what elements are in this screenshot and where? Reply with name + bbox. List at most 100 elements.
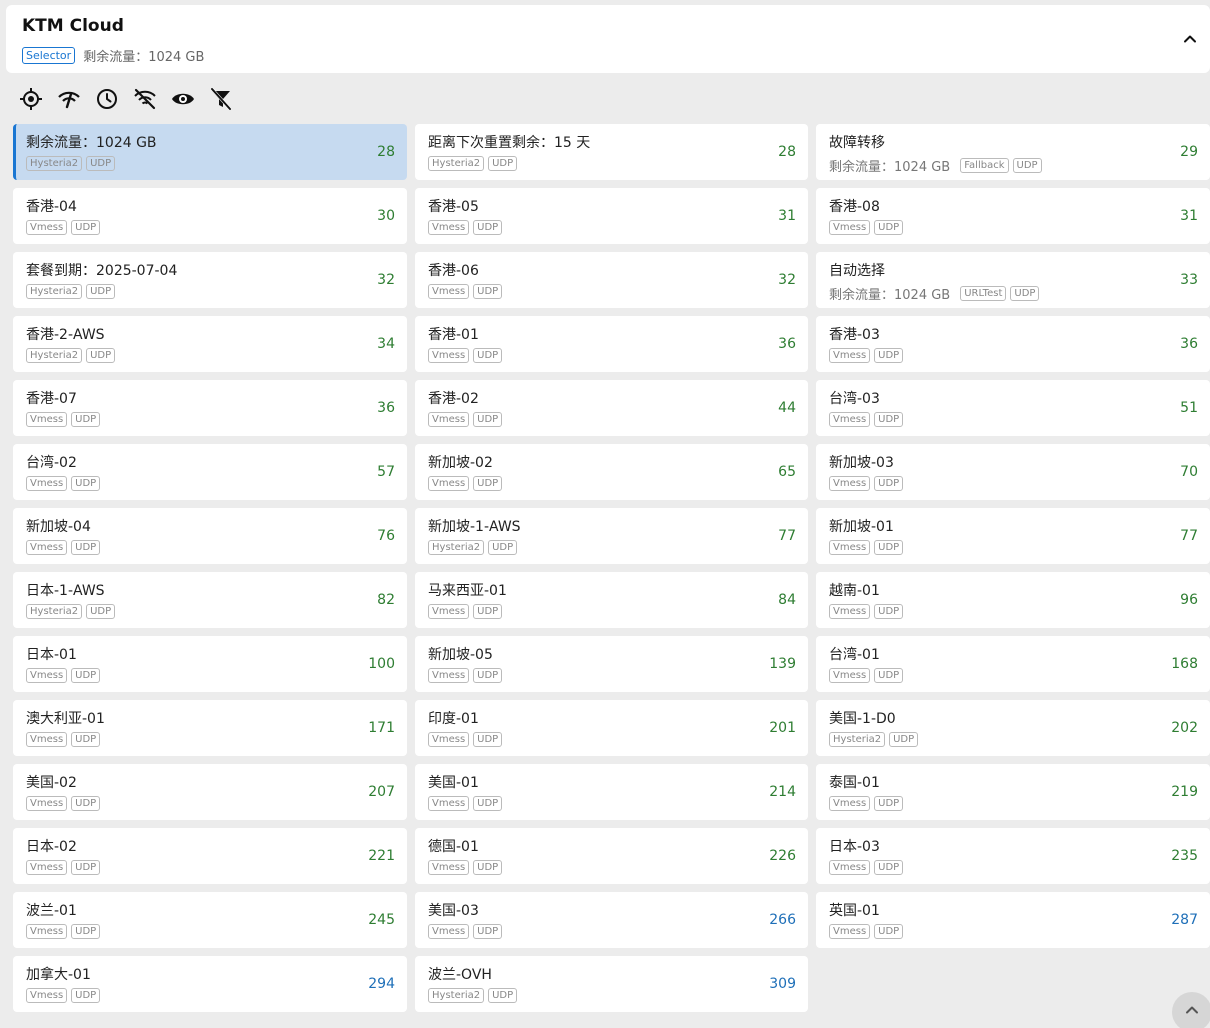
- proxy-card[interactable]: 香港-07 Vmess UDP 36: [13, 380, 407, 436]
- proxy-delay[interactable]: 31: [778, 208, 796, 224]
- proxy-delay[interactable]: 201: [769, 720, 796, 736]
- proxy-delay[interactable]: 235: [1171, 848, 1198, 864]
- collapse-button[interactable]: [1180, 29, 1200, 49]
- sort-by-delay-button[interactable]: [94, 86, 120, 112]
- proxy-delay[interactable]: 76: [377, 528, 395, 544]
- proxy-delay[interactable]: 214: [769, 784, 796, 800]
- scroll-to-top-button[interactable]: [1172, 992, 1210, 1028]
- proxy-card[interactable]: 波兰-01 Vmess UDP 245: [13, 892, 407, 948]
- proxy-delay[interactable]: 51: [1180, 400, 1198, 416]
- proxy-card[interactable]: 泰国-01 Vmess UDP 219: [816, 764, 1210, 820]
- proxy-delay[interactable]: 36: [1180, 336, 1198, 352]
- proxy-card[interactable]: 香港-02 Vmess UDP 44: [415, 380, 808, 436]
- proxy-card[interactable]: 日本-1-AWS Hysteria2 UDP 82: [13, 572, 407, 628]
- proxy-delay[interactable]: 31: [1180, 208, 1198, 224]
- proxy-card[interactable]: 香港-05 Vmess UDP 31: [415, 188, 808, 244]
- proxy-card[interactable]: 香港-06 Vmess UDP 32: [415, 252, 808, 308]
- proxy-card[interactable]: 美国-03 Vmess UDP 266: [415, 892, 808, 948]
- proxy-delay[interactable]: 33: [1180, 272, 1198, 288]
- proxy-delay[interactable]: 294: [368, 976, 395, 992]
- proxy-card[interactable]: 新加坡-03 Vmess UDP 70: [816, 444, 1210, 500]
- proxy-card[interactable]: 日本-01 Vmess UDP 100: [13, 636, 407, 692]
- proxy-delay[interactable]: 84: [778, 592, 796, 608]
- proxy-card[interactable]: 马来西亚-01 Vmess UDP 84: [415, 572, 808, 628]
- proxy-group-header[interactable]: KTM Cloud Selector 剩余流量：1024 GB: [6, 5, 1210, 73]
- proxy-card[interactable]: 加拿大-01 Vmess UDP 294: [13, 956, 407, 1012]
- proxy-card[interactable]: 香港-03 Vmess UDP 36: [816, 316, 1210, 372]
- proxy-card[interactable]: 波兰-OVH Hysteria2 UDP 309: [415, 956, 808, 1012]
- proxy-grid: 剩余流量：1024 GB Hysteria2 UDP 28 距离下次重置剩余：15 天H…: [13, 124, 1210, 1012]
- proxy-delay[interactable]: 29: [1180, 144, 1198, 160]
- proxy-delay[interactable]: 245: [368, 912, 395, 928]
- proxy-delay[interactable]: 266: [769, 912, 796, 928]
- proxy-card[interactable]: 日本-03 Vmess UDP 235: [816, 828, 1210, 884]
- proxy-card[interactable]: 日本-02 Vmess UDP 221: [13, 828, 407, 884]
- proxy-card[interactable]: 故障转移 剩余流量：1024 GB Fallback UDP 29: [816, 124, 1210, 180]
- proxy-delay[interactable]: 32: [377, 272, 395, 288]
- proxy-tags: 剩余流量：1024 GB URLTest UDP: [829, 284, 1040, 303]
- proxy-name: 自动选择: [829, 263, 885, 279]
- proxy-tag: Vmess: [26, 732, 68, 747]
- proxy-card[interactable]: 剩余流量：1024 GB Hysteria2 UDP 28: [13, 124, 407, 180]
- proxy-delay[interactable]: 36: [377, 400, 395, 416]
- proxy-delay[interactable]: 77: [1180, 528, 1198, 544]
- proxy-card[interactable]: 台湾-02 Vmess UDP 57: [13, 444, 407, 500]
- filter-button[interactable]: [208, 86, 234, 112]
- proxy-name: 印度-01: [428, 711, 479, 727]
- proxy-tag: UDP: [874, 412, 904, 427]
- proxy-delay[interactable]: 168: [1171, 656, 1198, 672]
- proxy-delay[interactable]: 287: [1171, 912, 1198, 928]
- proxy-delay[interactable]: 28: [778, 144, 796, 160]
- proxy-card[interactable]: 新加坡-04 Vmess UDP 76: [13, 508, 407, 564]
- proxy-card[interactable]: 套餐到期：2025-07-04 Hysteria2 UDP 32: [13, 252, 407, 308]
- proxy-delay[interactable]: 96: [1180, 592, 1198, 608]
- proxy-delay[interactable]: 202: [1171, 720, 1198, 736]
- proxy-delay[interactable]: 100: [368, 656, 395, 672]
- proxy-card[interactable]: 新加坡-05 Vmess UDP 139: [415, 636, 808, 692]
- delay-test-button[interactable]: [56, 86, 82, 112]
- proxy-card[interactable]: 台湾-01 Vmess UDP 168: [816, 636, 1210, 692]
- proxy-card[interactable]: 越南-01 Vmess UDP 96: [816, 572, 1210, 628]
- proxy-delay[interactable]: 28: [377, 144, 395, 160]
- proxy-delay[interactable]: 226: [769, 848, 796, 864]
- proxy-delay[interactable]: 70: [1180, 464, 1198, 480]
- show-button[interactable]: [170, 86, 196, 112]
- proxy-delay[interactable]: 207: [368, 784, 395, 800]
- proxy-tag: UDP: [473, 604, 503, 619]
- proxy-card[interactable]: 英国-01 Vmess UDP 287: [816, 892, 1210, 948]
- proxy-delay[interactable]: 77: [778, 528, 796, 544]
- proxy-delay[interactable]: 171: [368, 720, 395, 736]
- proxy-card[interactable]: 德国-01 Vmess UDP 226: [415, 828, 808, 884]
- proxy-delay[interactable]: 82: [377, 592, 395, 608]
- proxy-card[interactable]: 印度-01 Vmess UDP 201: [415, 700, 808, 756]
- proxy-delay[interactable]: 139: [769, 656, 796, 672]
- hide-unavailable-button[interactable]: [132, 86, 158, 112]
- proxy-card[interactable]: 新加坡-02 Vmess UDP 65: [415, 444, 808, 500]
- proxy-delay[interactable]: 32: [778, 272, 796, 288]
- proxy-delay[interactable]: 221: [368, 848, 395, 864]
- proxy-card[interactable]: 香港-08 Vmess UDP 31: [816, 188, 1210, 244]
- proxy-delay[interactable]: 44: [778, 400, 796, 416]
- proxy-card[interactable]: 香港-2-AWS Hysteria2 UDP 34: [13, 316, 407, 372]
- proxy-card[interactable]: 距离下次重置剩余：15 天 Hysteria2 UDP 28: [415, 124, 808, 180]
- proxy-delay[interactable]: 34: [377, 336, 395, 352]
- proxy-card[interactable]: 美国-02 Vmess UDP 207: [13, 764, 407, 820]
- proxy-card[interactable]: 香港-04 Vmess UDP 30: [13, 188, 407, 244]
- proxy-tag: Fallback: [960, 158, 1009, 173]
- proxy-card[interactable]: 台湾-03 Vmess UDP 51: [816, 380, 1210, 436]
- proxy-delay[interactable]: 65: [778, 464, 796, 480]
- proxy-card[interactable]: 新加坡-01 Vmess UDP 77: [816, 508, 1210, 564]
- proxy-card[interactable]: 美国-01 Vmess UDP 214: [415, 764, 808, 820]
- proxy-delay[interactable]: 36: [778, 336, 796, 352]
- proxy-card[interactable]: 美国-1-D0 Hysteria2 UDP 202: [816, 700, 1210, 756]
- proxy-tag: UDP: [874, 476, 904, 491]
- proxy-card[interactable]: 自动选择剩余流量：1024 GB URLTest UDP 33: [816, 252, 1210, 308]
- proxy-card[interactable]: 新加坡-1-AWS Hysteria2 UDP 77: [415, 508, 808, 564]
- proxy-delay[interactable]: 219: [1171, 784, 1198, 800]
- proxy-card[interactable]: 澳大利亚-01 Vmess UDP 171: [13, 700, 407, 756]
- proxy-delay[interactable]: 30: [377, 208, 395, 224]
- locate-button[interactable]: [18, 86, 44, 112]
- proxy-delay[interactable]: 57: [377, 464, 395, 480]
- proxy-card[interactable]: 香港-01 Vmess UDP 36: [415, 316, 808, 372]
- proxy-delay[interactable]: 309: [769, 976, 796, 992]
